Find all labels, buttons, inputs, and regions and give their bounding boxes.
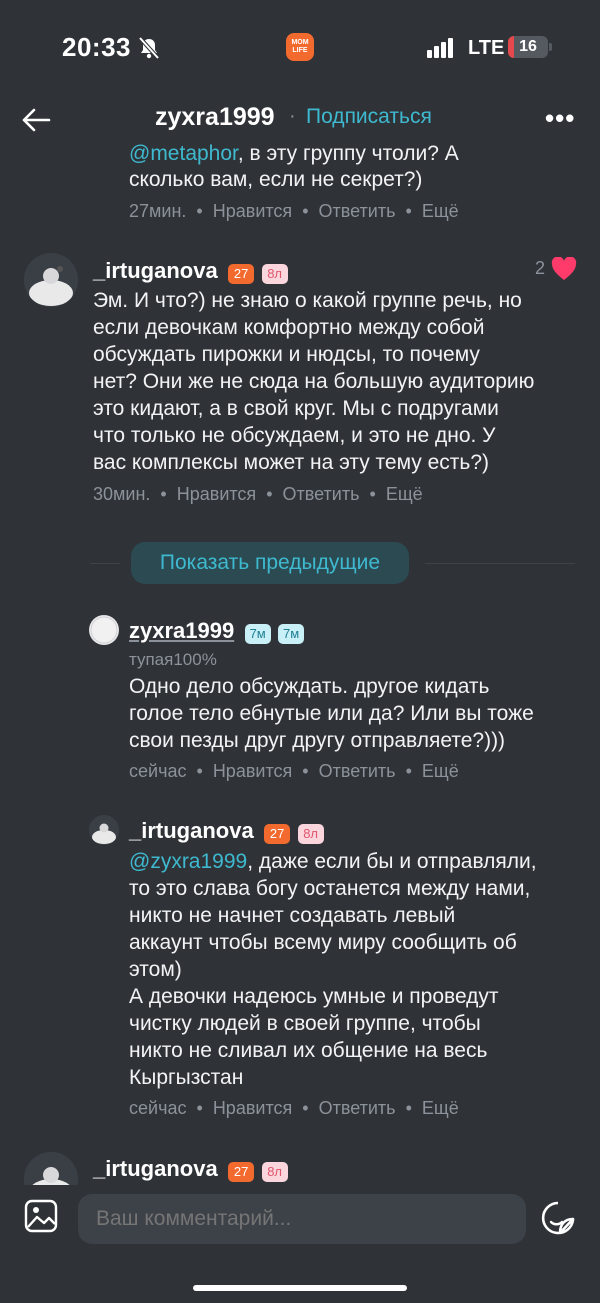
comment-time: 27мин.	[129, 201, 187, 221]
network-type: LTE	[468, 37, 505, 59]
reply-text: то это слава богу останется между нами, …	[129, 877, 531, 1089]
reply-header: _irtuganova 27 8л	[129, 818, 324, 844]
comment-header: _irtuganova 27 8л	[93, 1156, 288, 1182]
reply-button[interactable]: Ответить	[319, 201, 396, 221]
comment-text-top-partial: @metaphor, в эту группу чтоли? А	[129, 142, 459, 165]
reply-username[interactable]: zyxra1999	[129, 618, 234, 643]
subscribe-button[interactable]: Подписаться	[306, 105, 432, 129]
child-age-badge: 8л	[261, 1161, 288, 1182]
more-options-button[interactable]: •••	[545, 103, 575, 134]
age-badge: 27	[264, 823, 291, 844]
reply-meta: сейчас • Нравится • Ответить • Ещё	[129, 761, 459, 781]
like-button[interactable]: Нравится	[213, 1098, 292, 1118]
more-button[interactable]: Ещё	[422, 201, 459, 221]
like-button[interactable]: Нравится	[213, 761, 292, 781]
avatar[interactable]	[89, 815, 119, 845]
child-age-badge: 8л	[261, 263, 288, 284]
comment-username[interactable]: _irtuganova	[93, 1156, 218, 1181]
header-separator: ·	[289, 105, 296, 127]
avatar[interactable]	[24, 253, 78, 307]
back-arrow-icon[interactable]	[20, 104, 52, 136]
age-badge: 27	[228, 1161, 255, 1182]
divider-left	[90, 563, 120, 564]
user-status: тупая100%	[129, 650, 217, 669]
bell-off-icon	[138, 36, 160, 60]
comment-header: _irtuganova 27 8л	[93, 258, 288, 284]
like-count: 2	[535, 258, 546, 278]
comment-username[interactable]: _irtuganova	[93, 258, 218, 283]
reply-button[interactable]: Ответить	[319, 1098, 396, 1118]
more-button[interactable]: Ещё	[422, 761, 459, 781]
reply-text: Одно дело обсуждать. другое кидать голое…	[129, 675, 534, 752]
header-username[interactable]: zyxra1999	[155, 103, 275, 132]
home-indicator[interactable]	[193, 1285, 407, 1291]
sticker-icon[interactable]	[540, 1200, 576, 1236]
reply-time: сейчас	[129, 1098, 187, 1118]
comment-input[interactable]	[78, 1194, 526, 1244]
image-gallery-icon[interactable]	[24, 1199, 58, 1233]
reply-header: zyxra1999 7м 7м	[129, 618, 305, 644]
child-age-badge: 7м	[278, 623, 305, 644]
signal-icon	[427, 38, 455, 58]
avatar[interactable]	[89, 615, 119, 645]
comment-text: Эм. И что?) не знаю о какой группе речь,…	[93, 289, 535, 474]
battery-icon: 16	[508, 36, 548, 58]
comment-text-top: сколько вам, если не секрет?)	[129, 168, 423, 191]
reply-meta: сейчас • Нравится • Ответить • Ещё	[129, 1098, 459, 1118]
more-button[interactable]: Ещё	[422, 1098, 459, 1118]
more-button[interactable]: Ещё	[386, 484, 423, 504]
age-badge: 27	[228, 263, 255, 284]
divider-right	[425, 563, 575, 564]
app-notification-icon: MOM LIFE	[286, 33, 314, 61]
reply-text-first-line: @zyxra1999, даже если бы и отправляли,	[129, 850, 537, 873]
comment-time: 30мин.	[93, 484, 151, 504]
default-avatar-icon	[90, 616, 118, 644]
child-age-badge: 8л	[297, 823, 324, 844]
reply-button[interactable]: Ответить	[283, 484, 360, 504]
comment-meta: 30мин. • Нравится • Ответить • Ещё	[93, 484, 423, 504]
mention-link[interactable]: @zyxra1999	[129, 850, 247, 873]
comment-meta: 27мин. • Нравится • Ответить • Ещё	[129, 201, 459, 221]
reply-username[interactable]: _irtuganova	[129, 818, 254, 843]
battery-tip	[549, 43, 552, 51]
reply-button[interactable]: Ответить	[319, 761, 396, 781]
like-button[interactable]: Нравится	[213, 201, 292, 221]
show-previous-button[interactable]: Показать предыдущие	[131, 542, 409, 584]
heart-icon[interactable]	[551, 257, 577, 281]
mention-link[interactable]: @metaphor	[129, 142, 238, 165]
child-age-badge: 7м	[244, 623, 271, 644]
reply-time: сейчас	[129, 761, 187, 781]
status-time: 20:33	[62, 32, 131, 62]
like-button[interactable]: Нравится	[177, 484, 256, 504]
